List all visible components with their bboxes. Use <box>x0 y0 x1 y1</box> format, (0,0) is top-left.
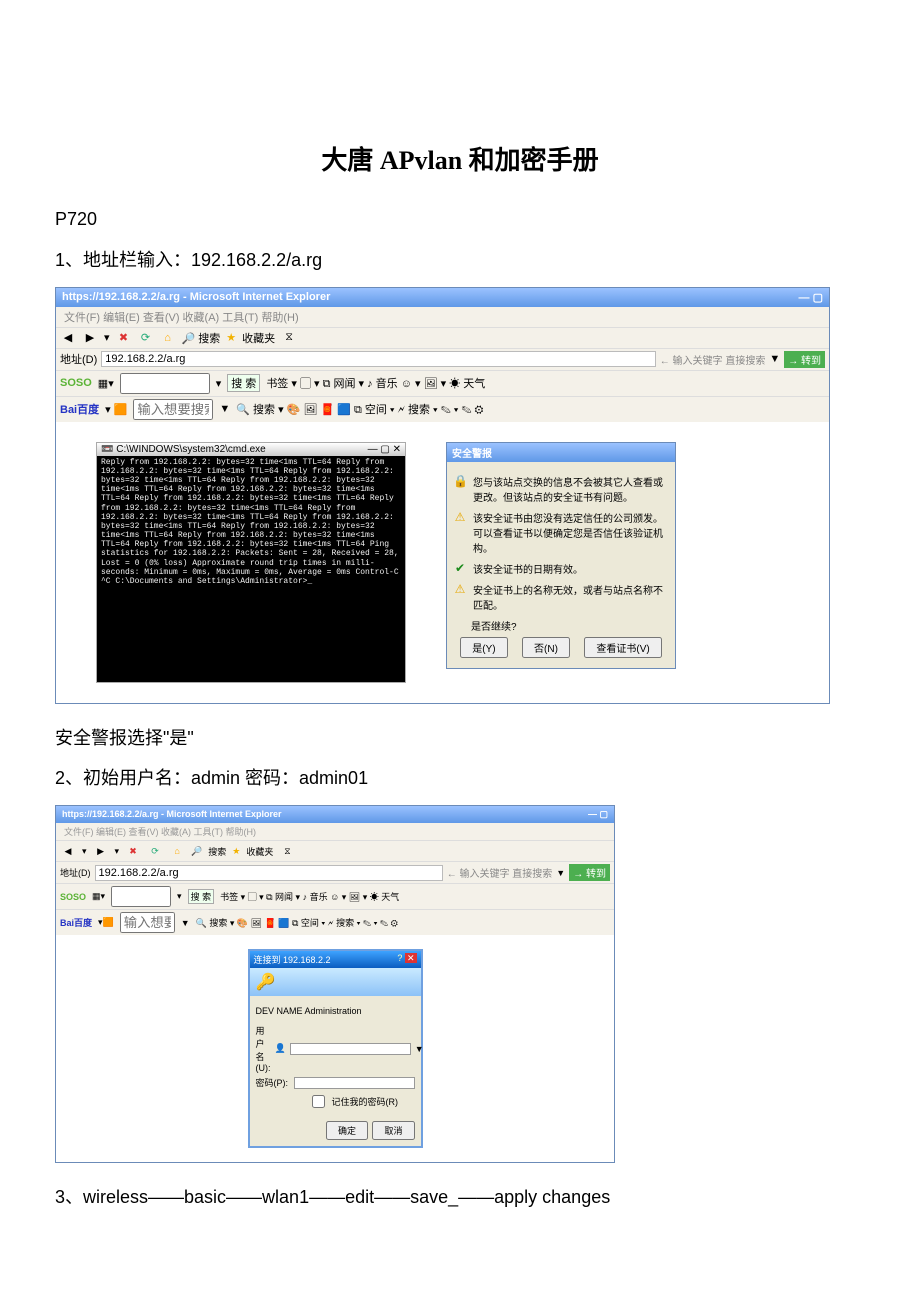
auth-realm: DEV NAME Administration <box>256 1006 415 1016</box>
address-input[interactable] <box>101 351 655 367</box>
soso-search-input-2[interactable] <box>111 886 171 907</box>
step-1: 1、地址栏输入：192.168.2.2/a.rg <box>55 246 865 275</box>
keys-icon: 🔑 <box>250 968 421 996</box>
auth-window-controls-icon[interactable]: ? ✕ <box>397 953 416 966</box>
home-icon[interactable]: ⌂ <box>160 330 176 346</box>
back-icon[interactable]: ◀ <box>60 330 76 346</box>
user-icon: 👤 <box>274 1043 285 1054</box>
auth-dialog: 连接到 192.168.2.2 ? ✕ 🔑 DEV NAME Administr… <box>248 949 423 1148</box>
ie-window: https://192.168.2.2/a.rg - Microsoft Int… <box>55 287 830 704</box>
baidu-search-input-2[interactable] <box>120 912 175 933</box>
step-3: 3、wireless——basic——wlan1——edit——save_——a… <box>55 1183 865 1212</box>
alert-yes-button[interactable]: 是(Y) <box>460 637 507 658</box>
refresh-icon[interactable]: ⟳ <box>138 330 154 346</box>
ie-window-2: https://192.168.2.2/a.rg - Microsoft Int… <box>55 805 615 1163</box>
alert-msg-issuer: 该安全证书由您没有选定信任的公司颁发。可以查看证书以便确定您是否信任该验证机构。 <box>473 510 669 555</box>
auth-ok-button[interactable]: 确定 <box>326 1121 368 1140</box>
home-icon[interactable]: ⌂ <box>169 843 185 859</box>
baidu-items[interactable]: 🔍 搜索 ▾ 🎨 🖼 🧧 🟦 ⧉ 空间 ▾ 🗲 搜索 ▾ ✎ ▾ ✎ ⚙ <box>236 401 483 417</box>
cmd-window-controls-icon[interactable]: — ▢ ✕ <box>368 444 401 455</box>
ie-toolbar-2[interactable]: ◀▾ ▶▾ ✖ ⟳ ⌂ 🔎 搜索 ★收藏夹 ⧖ <box>56 840 614 861</box>
ie-menubar[interactable]: 文件(F) 编辑(E) 查看(V) 收藏(A) 工具(T) 帮助(H) <box>56 307 829 327</box>
soso-logo-icon: SOSO <box>60 377 92 389</box>
history-icon[interactable]: ⧖ <box>279 843 295 859</box>
step-2: 2、初始用户名：admin 密码：admin01 <box>55 764 865 793</box>
address-hint: ← 输入关键字 直接搜索 <box>660 352 766 367</box>
window-controls-icon[interactable]: — ▢ <box>799 291 823 304</box>
ie-titlebar: https://192.168.2.2/a.rg - Microsoft Int… <box>56 288 829 307</box>
auth-cancel-button[interactable]: 取消 <box>372 1121 414 1140</box>
ie-title-text: https://192.168.2.2/a.rg - Microsoft Int… <box>62 291 330 304</box>
ie-titlebar-2: https://192.168.2.2/a.rg - Microsoft Int… <box>56 806 614 823</box>
soso-search-input[interactable] <box>120 373 210 394</box>
note-after-shot1: 安全警报选择"是" <box>55 724 865 753</box>
remember-label: 记住我的密码(R) <box>332 1095 399 1108</box>
favorites-label: 收藏夹 <box>242 330 275 346</box>
back-icon[interactable]: ◀ <box>60 843 76 859</box>
baidu-search-input[interactable] <box>133 399 213 420</box>
ie-menubar-2[interactable]: 文件(F) 编辑(E) 查看(V) 收藏(A) 工具(T) 帮助(H) <box>56 823 614 840</box>
search-label: 搜索 <box>198 333 220 345</box>
cmd-titlebar: 📼 C:\WINDOWS\system32\cmd.exe — ▢ ✕ <box>97 443 405 456</box>
address-input-2[interactable] <box>95 865 443 881</box>
warn-icon: ⚠ <box>453 582 467 596</box>
baidu-logo-icon: Bai百度 <box>60 401 99 417</box>
soso-logo-icon: SOSO <box>60 892 86 902</box>
remember-checkbox[interactable] <box>312 1095 325 1108</box>
alert-msg-main: 您与该站点交换的信息不会被其它人查看或更改。但该站点的安全证书有问题。 <box>473 474 669 504</box>
auth-title: 连接到 192.168.2.2 <box>254 953 331 966</box>
username-label: 用户名(U): <box>256 1024 271 1073</box>
alert-no-button[interactable]: 否(N) <box>522 637 570 658</box>
doc-title: 大唐 APvlan 和加密手册 <box>55 140 865 177</box>
stop-icon[interactable]: ✖ <box>116 330 132 346</box>
ok-icon: ✔ <box>453 561 467 575</box>
lock-warn-icon: 🔒 <box>453 474 467 488</box>
device-model: P720 <box>55 205 865 234</box>
soso-items[interactable]: 书签 ▾ ▢ ▾ ⧉ 网闻 ▾ ♪ 音乐 ☺ ▾ 🖼 ▾ ☀ 天气 <box>266 375 485 391</box>
forward-icon[interactable]: ▶ <box>93 843 109 859</box>
alert-view-cert-button[interactable]: 查看证书(V) <box>584 637 661 658</box>
password-label: 密码(P): <box>256 1076 290 1089</box>
security-alert-dialog: 安全警报 🔒 您与该站点交换的信息不会被其它人查看或更改。但该站点的安全证书有问… <box>446 442 676 669</box>
soso-search-button[interactable]: 搜 索 <box>227 374 260 392</box>
username-input[interactable] <box>290 1043 411 1055</box>
refresh-icon[interactable]: ⟳ <box>147 843 163 859</box>
alert-msg-name: 安全证书上的名称无效，或者与站点名称不匹配。 <box>473 582 669 612</box>
alert-title: 安全警报 <box>447 443 675 462</box>
ie-content-area: 📼 C:\WINDOWS\system32\cmd.exe — ▢ ✕ Repl… <box>56 422 829 703</box>
alert-question: 是否继续? <box>471 618 669 633</box>
go-button-2[interactable]: → 转到 <box>569 864 610 881</box>
history-icon[interactable]: ⧖ <box>281 330 297 346</box>
cmd-output: Reply from 192.168.2.2: bytes=32 time<1m… <box>97 456 405 682</box>
ie-toolbar[interactable]: ◀ ▶ ▾ ✖ ⟳ ⌂ 🔎 搜索 ★收藏夹 ⧖ <box>56 327 829 348</box>
password-input[interactable] <box>294 1077 415 1089</box>
warn-icon: ⚠ <box>453 510 467 524</box>
forward-icon[interactable]: ▶ <box>82 330 98 346</box>
address-label: 地址(D) <box>60 351 97 367</box>
window-controls-icon[interactable]: — ▢ <box>588 809 608 820</box>
baidu-logo-icon: Bai百度 <box>60 916 92 929</box>
baidu-toolbar[interactable]: Bai百度 ▾ 🟧 ▼ 🔍 搜索 ▾ 🎨 🖼 🧧 🟦 ⧉ 空间 ▾ 🗲 搜索 ▾… <box>56 396 829 422</box>
alert-msg-date: 该安全证书的日期有效。 <box>473 561 583 576</box>
cmd-window: 📼 C:\WINDOWS\system32\cmd.exe — ▢ ✕ Repl… <box>96 442 406 683</box>
soso-search-button-2[interactable]: 搜 索 <box>188 889 215 904</box>
soso-toolbar[interactable]: SOSO ▦▾ ▾ 搜 索 书签 ▾ ▢ ▾ ⧉ 网闻 ▾ ♪ 音乐 ☺ ▾ 🖼… <box>56 370 829 396</box>
ie-address-bar: 地址(D) ← 输入关键字 直接搜索 ▼ → 转到 <box>56 348 829 370</box>
go-button[interactable]: → 转到 <box>784 351 825 368</box>
stop-icon[interactable]: ✖ <box>125 843 141 859</box>
